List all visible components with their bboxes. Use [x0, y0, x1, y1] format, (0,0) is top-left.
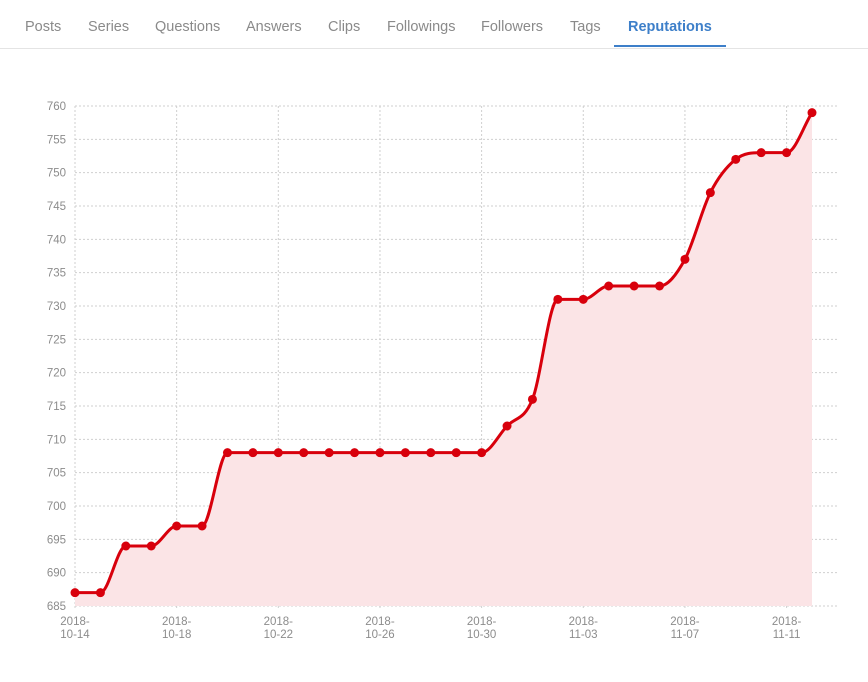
data-point[interactable]	[426, 448, 436, 458]
x-tick-label: 2018-	[467, 616, 497, 628]
data-point[interactable]	[807, 108, 817, 118]
x-tick-label: 2018-	[60, 616, 90, 628]
data-point[interactable]	[324, 448, 334, 458]
x-tick-label: 11-03	[569, 629, 598, 641]
data-point[interactable]	[248, 448, 258, 458]
y-tick-label: 710	[47, 434, 66, 446]
data-point[interactable]	[477, 448, 487, 458]
x-tick-label: 10-18	[162, 629, 191, 641]
data-point[interactable]	[527, 394, 537, 404]
data-point[interactable]	[782, 148, 792, 158]
data-point[interactable]	[273, 448, 283, 458]
y-tick-label: 715	[47, 401, 66, 413]
data-point[interactable]	[375, 448, 385, 458]
x-tick-label: 2018-	[569, 616, 599, 628]
data-point[interactable]	[655, 281, 665, 291]
y-tick-label: 755	[47, 134, 66, 146]
x-tick-label: 10-26	[365, 629, 394, 641]
y-tick-label: 760	[47, 101, 66, 113]
data-point[interactable]	[756, 148, 766, 158]
y-tick-label: 705	[47, 468, 66, 480]
data-point[interactable]	[502, 421, 512, 431]
x-tick-label: 2018-	[264, 616, 294, 628]
tab-answers[interactable]: Answers	[246, 0, 302, 47]
tab-series[interactable]: Series	[88, 0, 129, 47]
y-tick-label: 740	[47, 234, 66, 246]
data-point[interactable]	[731, 154, 741, 164]
x-tick-label: 10-22	[264, 629, 293, 641]
data-point[interactable]	[451, 448, 461, 458]
data-point[interactable]	[95, 588, 105, 598]
data-point[interactable]	[172, 521, 182, 531]
reputation-chart: 685 690 695 700 705 710 715 720 725 730 735 740 745 7…	[47, 101, 838, 641]
tab-questions[interactable]: Questions	[155, 0, 220, 47]
data-point[interactable]	[197, 521, 207, 531]
reputation-area	[75, 112, 812, 607]
tab-reputations[interactable]: Reputations	[614, 0, 726, 47]
tab-posts[interactable]: Posts	[25, 0, 61, 47]
y-tick-label: 685	[47, 601, 66, 613]
x-tick-label: 10-14	[60, 629, 90, 641]
data-point[interactable]	[146, 541, 156, 551]
x-axis: 2018-10-142018-10-182018-10-222018-10-26…	[60, 616, 801, 641]
y-tick-label: 745	[47, 201, 66, 213]
data-point[interactable]	[70, 588, 80, 598]
data-point[interactable]	[350, 448, 360, 458]
y-tick-label: 750	[47, 168, 66, 180]
y-tick-label: 695	[47, 534, 66, 546]
data-point[interactable]	[629, 281, 639, 291]
data-point[interactable]	[578, 294, 588, 304]
x-tick-label: 2018-	[365, 616, 395, 628]
data-point[interactable]	[299, 448, 309, 458]
y-tick-label: 730	[47, 301, 66, 313]
profile-tabs: Posts Series Questions Answers Clips Fol…	[0, 0, 868, 49]
y-tick-label: 720	[47, 368, 66, 380]
data-point[interactable]	[121, 541, 131, 551]
tab-followings[interactable]: Followings	[387, 0, 456, 47]
x-tick-label: 11-11	[773, 629, 801, 641]
x-tick-label: 11-07	[671, 629, 700, 641]
y-axis: 685 690 695 700 705 710 715 720 725 730 735 740 745 7…	[47, 101, 66, 613]
y-tick-label: 725	[47, 334, 66, 346]
data-point[interactable]	[604, 281, 614, 291]
y-tick-label: 690	[47, 568, 66, 580]
data-point[interactable]	[553, 294, 563, 304]
x-tick-label: 2018-	[772, 616, 802, 628]
y-tick-label: 700	[47, 501, 66, 513]
x-tick-label: 2018-	[162, 616, 192, 628]
tab-tags[interactable]: Tags	[570, 0, 601, 47]
data-point[interactable]	[680, 254, 690, 264]
data-point[interactable]	[222, 448, 232, 458]
data-point[interactable]	[705, 188, 715, 198]
data-point[interactable]	[400, 448, 410, 458]
x-tick-label: 2018-	[670, 616, 700, 628]
y-tick-label: 735	[47, 268, 66, 280]
tab-followers[interactable]: Followers	[481, 0, 543, 47]
x-tick-label: 10-30	[467, 629, 496, 641]
tab-clips[interactable]: Clips	[328, 0, 360, 47]
